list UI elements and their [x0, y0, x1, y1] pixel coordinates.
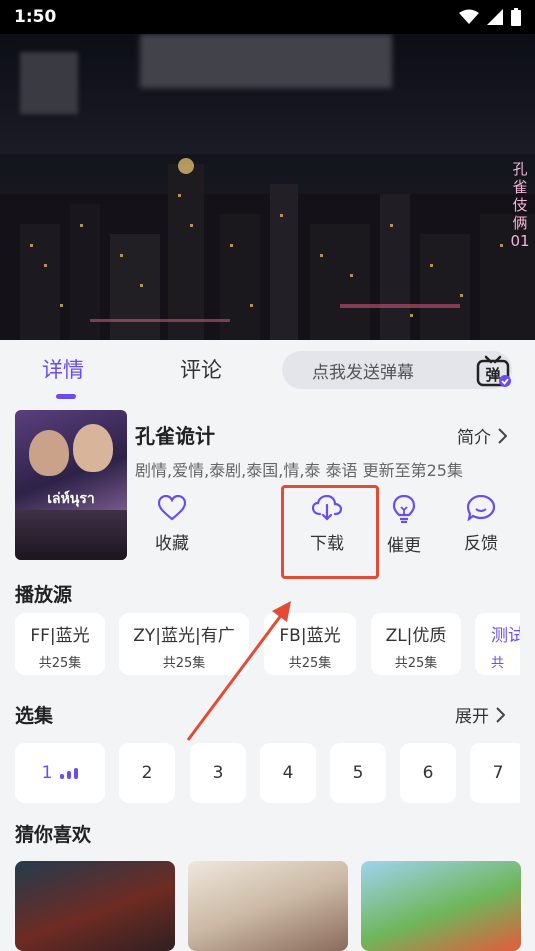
episode-number: 3 — [212, 763, 224, 783]
danmaku-toggle-icon[interactable]: 弹 — [476, 355, 512, 389]
episode-button[interactable]: 3 — [190, 743, 246, 803]
episodes-section-title: 选集 — [15, 705, 54, 727]
active-tab-indicator — [56, 394, 76, 399]
tab-detail[interactable]: 详情 — [42, 354, 84, 384]
recommend-card[interactable] — [15, 861, 175, 951]
recommend-card[interactable] — [188, 861, 348, 951]
feedback-label: 反馈 — [464, 534, 498, 554]
source-name: 测试 — [491, 626, 520, 646]
poster-cast-group — [15, 510, 127, 560]
recommend-card[interactable] — [361, 861, 521, 951]
expand-episodes-link[interactable]: 展开 — [455, 702, 505, 727]
source-name: FF|蓝光 — [30, 626, 90, 646]
status-icons — [459, 8, 521, 26]
episode-number: 7 — [492, 763, 504, 783]
episode-button[interactable]: 1 — [15, 743, 105, 803]
recommend-section-title: 猜你喜欢 — [15, 824, 92, 846]
expand-label: 展开 — [455, 707, 489, 727]
source-chip[interactable]: FF|蓝光 共25集 — [15, 613, 105, 675]
heart-icon — [158, 495, 186, 521]
source-chip[interactable]: ZL|优质 共25集 — [371, 613, 461, 675]
playing-indicator-icon — [60, 767, 79, 779]
danmaku-placeholder: 点我发送弹幕 — [312, 362, 414, 383]
download-highlight-box — [281, 485, 379, 579]
sources-section-title: 播放源 — [15, 584, 73, 606]
intro-link[interactable]: 简介 — [457, 423, 507, 448]
poster-face-right — [73, 424, 113, 472]
danmaku-icon-text: 弹 — [485, 366, 500, 384]
intro-label: 简介 — [457, 428, 491, 448]
source-chip[interactable]: 测试 共 — [475, 613, 520, 675]
status-bar: 1:50 — [0, 0, 535, 34]
source-count: 共 — [491, 656, 505, 671]
episode-number: 5 — [352, 763, 364, 783]
source-count: 共25集 — [394, 656, 438, 671]
source-name: ZL|优质 — [385, 626, 447, 646]
chevron-right-icon — [498, 427, 507, 444]
episode-button[interactable]: 4 — [260, 743, 316, 803]
episode-list: 1 2 3 4 5 6 7 — [15, 743, 520, 803]
poster-face-left — [29, 430, 69, 476]
battery-icon — [511, 8, 521, 26]
recommend-list — [15, 861, 525, 951]
blurred-banner — [140, 34, 392, 88]
cellular-signal-icon — [487, 9, 503, 25]
status-time: 1:50 — [14, 7, 57, 27]
feedback-button[interactable]: 反馈 — [446, 495, 516, 554]
show-title: 孔雀诡计 — [135, 424, 215, 448]
source-chip[interactable]: FB|蓝光 共25集 — [264, 613, 356, 675]
episode-number: 6 — [422, 763, 434, 783]
video-player[interactable]: 孔雀伎俩01 — [0, 34, 535, 340]
play-sources-list: FF|蓝光 共25集 ZY|蓝光|有广 共25集 FB|蓝光 共25集 ZL|优… — [15, 613, 520, 675]
source-count: 共25集 — [38, 656, 82, 671]
blurred-watermark — [20, 52, 78, 114]
favorite-button[interactable]: 收藏 — [137, 495, 207, 554]
video-overlay-title: 孔雀伎俩01 — [510, 160, 530, 250]
chevron-right-icon — [496, 706, 505, 723]
source-count: 共25集 — [162, 656, 206, 671]
city-skyline-scene — [0, 158, 535, 340]
show-meta: 剧情,爱情,泰剧,泰国,情,泰 泰语 更新至第25集 — [135, 461, 463, 480]
source-name: FB|蓝光 — [279, 626, 341, 646]
episode-button[interactable]: 6 — [400, 743, 456, 803]
detail-tabs-bar: 详情 评论 点我发送弹幕 — [0, 340, 535, 400]
episode-button[interactable]: 2 — [119, 743, 175, 803]
source-count: 共25集 — [288, 656, 332, 671]
episode-button[interactable]: 5 — [330, 743, 386, 803]
tab-comments[interactable]: 评论 — [180, 354, 222, 384]
show-poster[interactable]: เล่ห์นุรา — [15, 410, 127, 560]
smile-chat-icon — [467, 495, 495, 521]
source-name: ZY|蓝光|有广 — [133, 626, 235, 646]
urge-update-button[interactable]: 催更 — [369, 495, 439, 556]
lightbulb-icon — [392, 495, 416, 523]
urge-update-label: 催更 — [387, 536, 421, 556]
favorite-label: 收藏 — [155, 534, 189, 554]
episode-number: 1 — [41, 763, 53, 783]
episode-number: 4 — [282, 763, 294, 783]
episode-number: 2 — [141, 763, 153, 783]
poster-title: เล่ห์นุรา — [47, 491, 95, 507]
episode-button[interactable]: 7 — [470, 743, 520, 803]
source-chip[interactable]: ZY|蓝光|有广 共25集 — [119, 613, 249, 675]
wifi-icon — [459, 9, 479, 24]
